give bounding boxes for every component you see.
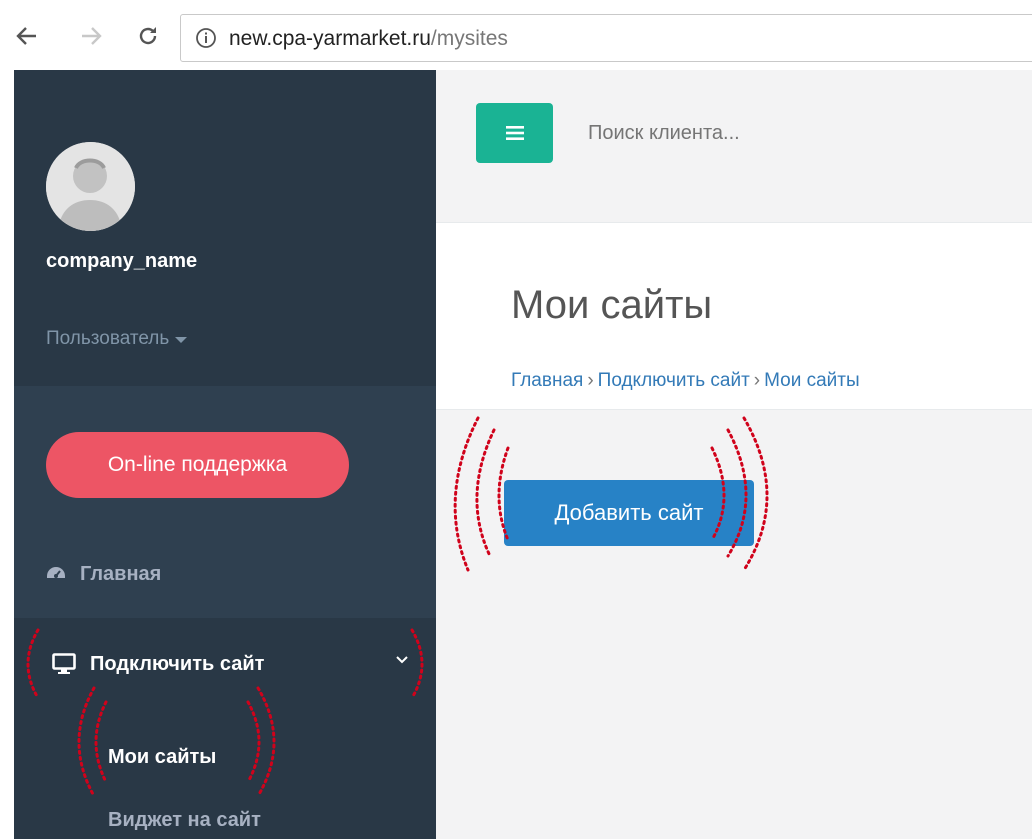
url-host: new.cpa-yarmarket.ru <box>229 27 431 50</box>
submenu-item-widget[interactable]: Виджет на сайт <box>108 809 261 832</box>
reload-icon <box>139 27 157 45</box>
page-title: Мои сайты <box>511 283 713 327</box>
avatar[interactable] <box>46 142 135 231</box>
info-icon[interactable] <box>195 27 217 49</box>
caret-down-icon <box>175 337 188 343</box>
sidebar-submenu: Мои сайты Виджет на сайт <box>14 710 436 839</box>
user-role-label: Пользователь <box>46 328 170 349</box>
hamburger-icon <box>505 126 524 140</box>
main-content: Мои сайты Главная›Подключить сайт›Мои са… <box>436 70 1032 839</box>
chevron-down-icon <box>396 656 408 664</box>
breadcrumb-separator: › <box>587 370 594 391</box>
sidebar-item-label: Главная <box>80 562 162 585</box>
back-arrow-icon <box>16 27 36 45</box>
page-heading: Мои сайты Главная › Подключить сайт › Мои са… <box>436 222 1032 410</box>
sidebar-item-label: Подключить сайт <box>90 652 265 675</box>
desktop-icon <box>52 653 76 674</box>
submenu-item-my-sites[interactable]: Мои сайты <box>108 746 216 769</box>
online-support-button[interactable]: On-line поддержка <box>46 432 349 498</box>
sidebar-item-home[interactable]: Главная <box>14 548 436 600</box>
sidebar: company_name Пользователь On-line поддер… <box>14 70 436 839</box>
company-name: company_name <box>46 250 198 272</box>
back-button[interactable] <box>12 18 42 54</box>
browser-toolbar: new.cpa-yarmarket.ru/mysites <box>0 0 1032 70</box>
add-site-button[interactable]: Добавить сайт <box>504 480 754 546</box>
url-path: /mysites <box>430 27 508 50</box>
client-search-input[interactable] <box>588 122 888 145</box>
breadcrumb: Главная › Подключить сайт › Мои сайты <box>511 370 860 392</box>
user-role-dropdown[interactable]: Пользователь <box>46 328 188 350</box>
breadcrumb-separator: › <box>753 370 761 391</box>
breadcrumb-link-connect-site[interactable]: Подключить сайт <box>598 370 750 391</box>
address-bar[interactable]: new.cpa-yarmarket.ru/mysites <box>180 14 1032 62</box>
forward-button[interactable] <box>76 18 106 54</box>
breadcrumb-current[interactable]: Мои сайты <box>764 370 860 391</box>
reload-button[interactable] <box>133 18 163 54</box>
user-silhouette-icon <box>46 142 135 231</box>
dashboard-icon <box>47 567 65 578</box>
top-navbar <box>436 70 1032 220</box>
menu-toggle-button[interactable] <box>476 103 553 163</box>
sidebar-item-connect-site[interactable]: Подключить сайт <box>14 618 436 710</box>
forward-arrow-icon <box>82 27 102 45</box>
url-text: new.cpa-yarmarket.ru/mysites <box>229 27 508 51</box>
breadcrumb-link-home[interactable]: Главная <box>511 370 583 391</box>
profile-panel: company_name Пользователь <box>14 70 436 386</box>
app: company_name Пользователь On-line поддер… <box>14 70 1032 839</box>
